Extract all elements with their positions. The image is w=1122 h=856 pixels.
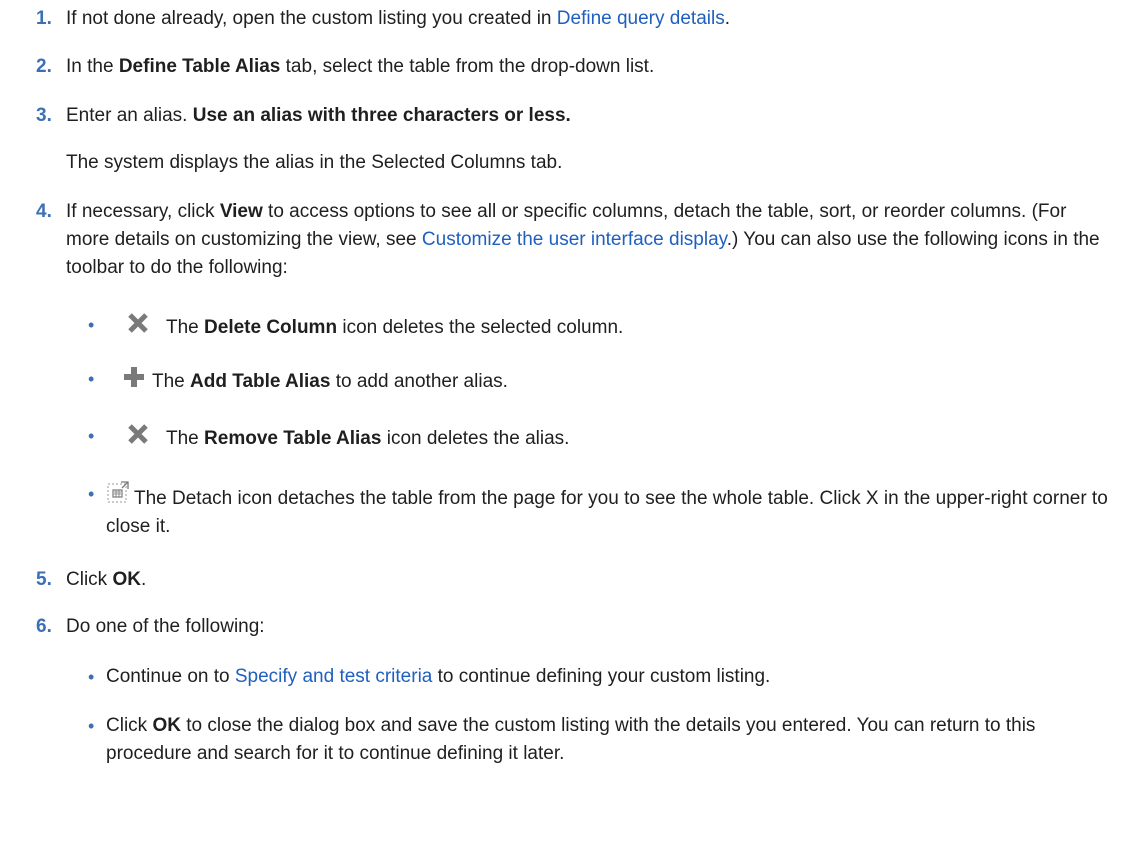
link-specify-and-test-criteria[interactable]: Specify and test criteria bbox=[235, 666, 432, 687]
bullet-text: The Add Table Alias to add another alias… bbox=[106, 365, 1110, 396]
ui-term: Delete Column bbox=[204, 317, 338, 338]
step-text: Enter an alias. Use an alias with three … bbox=[66, 102, 1110, 130]
bullet-text-part: icon deletes the selected column. bbox=[337, 317, 624, 338]
step-text-part: tab, select the table from the drop-down… bbox=[280, 56, 655, 77]
step-number: 1. bbox=[36, 8, 52, 29]
bullet-text-part: The Detach icon detaches the table from … bbox=[106, 488, 1108, 537]
bullet-text: The Delete Column icon deletes the selec… bbox=[106, 311, 1110, 342]
step-number: 5. bbox=[36, 569, 52, 590]
ui-term: Define Table Alias bbox=[118, 56, 281, 77]
step-text-part: . bbox=[724, 8, 730, 29]
step-number: 4. bbox=[36, 201, 52, 222]
step-text-part: Enter an alias. bbox=[66, 105, 193, 126]
bullet-text-part: icon deletes the alias. bbox=[381, 428, 570, 449]
step-text-part: . bbox=[140, 569, 147, 590]
step-number: 2. bbox=[36, 56, 52, 77]
detach-icon bbox=[107, 481, 129, 503]
bullet-text-part: The bbox=[152, 371, 191, 392]
step-text-part: If necessary, click bbox=[66, 201, 220, 222]
bullet-text: The Remove Table Alias icon deletes the … bbox=[106, 422, 1110, 453]
bullet-dot: • bbox=[88, 667, 95, 687]
step-text: In the Define Table Alias tab, select th… bbox=[66, 53, 1110, 81]
ui-term: Remove Table Alias bbox=[204, 428, 382, 449]
step-text-part: Click bbox=[66, 569, 113, 590]
close-x-icon bbox=[128, 313, 148, 333]
bullet-dot: • bbox=[88, 716, 95, 736]
ui-term: OK bbox=[152, 715, 181, 736]
link-customize-ui-display[interactable]: Customize the user interface display bbox=[422, 229, 727, 250]
bullet-text-part: The bbox=[166, 317, 205, 338]
bullet-dot: • bbox=[88, 369, 95, 389]
step-number: 6. bbox=[36, 616, 52, 637]
bullet-text-part: to close the dialog box and save the cus… bbox=[106, 715, 1036, 764]
bullet-text-part: Continue on to bbox=[106, 666, 235, 687]
step-text-part: In the bbox=[66, 56, 119, 77]
bullet-dot: • bbox=[88, 315, 95, 335]
step-text: Click OK. bbox=[66, 566, 1110, 594]
bullet-text: Continue on to Specify and test criteria… bbox=[106, 663, 1110, 691]
plus-icon bbox=[124, 367, 144, 387]
ui-term: View bbox=[219, 201, 263, 222]
bullet-dot: • bbox=[88, 426, 95, 446]
step-text: Do one of the following: bbox=[66, 616, 265, 637]
emphasis: Use an alias with three characters or le… bbox=[192, 105, 571, 126]
bullet-dot: • bbox=[88, 484, 95, 504]
bullet-text: The Detach icon detaches the table from … bbox=[106, 480, 1110, 541]
step-text-part: If not done already, open the custom lis… bbox=[66, 8, 557, 29]
close-x-icon bbox=[128, 424, 148, 444]
link-define-query-details[interactable]: Define query details bbox=[557, 8, 725, 29]
step-text: If necessary, click View to access optio… bbox=[66, 198, 1110, 282]
bullet-text-part: to add another alias. bbox=[330, 371, 508, 392]
ui-term: Add Table Alias bbox=[190, 371, 331, 392]
procedure-page: 1. If not done already, open the custom … bbox=[0, 0, 1122, 856]
step-number: 3. bbox=[36, 105, 52, 126]
bullet-text: Click OK to close the dialog box and sav… bbox=[106, 712, 1110, 768]
bullet-text-part: Click bbox=[106, 715, 153, 736]
step-3-note: The system displays the alias in the Sel… bbox=[66, 152, 563, 173]
bullet-text-part: The bbox=[166, 428, 205, 449]
step-text: If not done already, open the custom lis… bbox=[66, 5, 1110, 33]
bullet-text-part: to continue defining your custom listing… bbox=[432, 666, 771, 687]
ui-term: OK bbox=[112, 569, 141, 590]
